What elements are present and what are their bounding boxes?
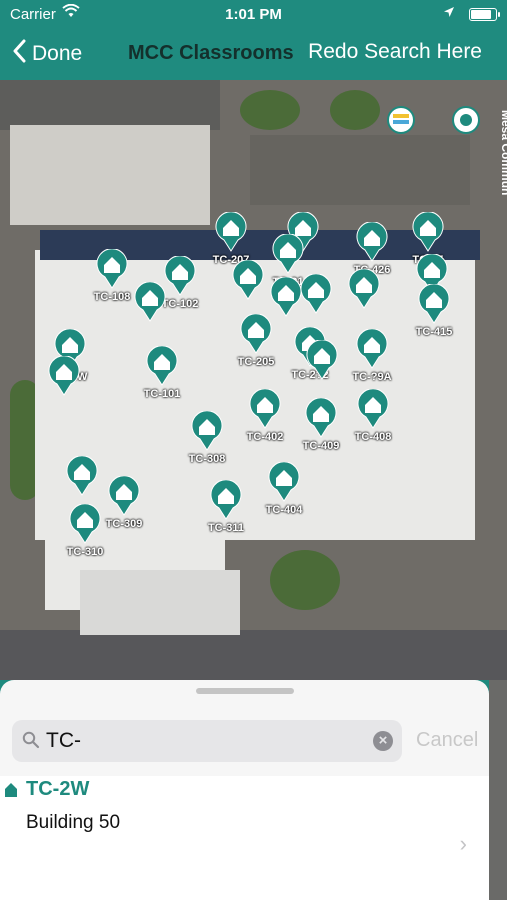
classroom-pin[interactable]: [348, 269, 380, 309]
search-icon: [22, 731, 40, 754]
map-edge: [489, 680, 507, 900]
search-input[interactable]: [46, 727, 366, 755]
chevron-right-icon: ›: [459, 831, 467, 856]
done-button[interactable]: Done: [12, 39, 82, 69]
pin-label: TC-205: [237, 356, 275, 368]
pin-label: TC-?9A: [352, 371, 392, 383]
classroom-pin[interactable]: [356, 222, 388, 262]
parking-lot: [250, 135, 470, 205]
classroom-pin[interactable]: [249, 389, 281, 429]
chevron-left-icon: [12, 39, 26, 69]
classroom-pin[interactable]: [356, 329, 388, 369]
classroom-pin[interactable]: [66, 456, 98, 496]
sheet-grabber[interactable]: [196, 688, 294, 694]
status-bar: Carrier 1:01 PM: [0, 0, 507, 30]
classroom-pin[interactable]: [134, 282, 166, 322]
pin-label: TC-404: [265, 504, 303, 516]
classroom-pin[interactable]: [268, 462, 300, 502]
search-bar: ×: [12, 720, 402, 762]
pin-label: TC-108: [93, 291, 131, 303]
classroom-pin[interactable]: [164, 256, 196, 296]
layers-icon: [393, 114, 409, 124]
road: [0, 630, 507, 680]
result-subtitle: Building 50: [26, 812, 121, 833]
cancel-button[interactable]: Cancel: [416, 729, 478, 752]
redo-search-button[interactable]: Redo Search Here: [308, 40, 482, 64]
tree: [330, 90, 380, 130]
parking-lot: [0, 80, 220, 130]
pin-label: TC-308: [188, 453, 226, 465]
tree: [270, 550, 340, 610]
classroom-pin[interactable]: [306, 340, 338, 380]
classroom-pin[interactable]: [270, 277, 302, 317]
classroom-pin[interactable]: [215, 212, 247, 252]
bottom-sheet: × Cancel TC-2W Building 50 ›: [0, 680, 489, 900]
layers-button[interactable]: [387, 106, 415, 134]
classroom-pin[interactable]: [146, 346, 178, 386]
building-roof-annex: [80, 570, 240, 635]
classroom-pin[interactable]: [357, 389, 389, 429]
classroom-pin[interactable]: [300, 274, 332, 314]
target-icon: [460, 114, 472, 126]
locate-me-button[interactable]: [452, 106, 480, 134]
list-item[interactable]: TC-2W Building 50 ›: [0, 776, 489, 900]
pin-label: TC-310: [66, 546, 104, 558]
pin-label: TC-101: [143, 388, 181, 400]
pin-label: TC-102: [161, 298, 199, 310]
clock: 1:01 PM: [225, 6, 282, 23]
classroom-pin[interactable]: [240, 314, 272, 354]
classroom-pin[interactable]: [48, 356, 80, 396]
classroom-pin[interactable]: [69, 504, 101, 544]
pin-label: TC-415: [415, 326, 453, 338]
battery-icon: [469, 8, 500, 21]
building-icon: [4, 782, 18, 803]
top-bar: Carrier 1:01 PM Done MCC Classrooms Redo…: [0, 0, 507, 80]
done-label: Done: [32, 42, 83, 65]
clear-icon[interactable]: ×: [373, 731, 393, 751]
pin-label: TC-402: [246, 431, 284, 443]
classroom-pin[interactable]: [412, 212, 444, 252]
classroom-pin[interactable]: [210, 480, 242, 520]
pin-label: TC-311: [207, 522, 245, 534]
location-arrow-icon: [443, 5, 455, 22]
pin-label: TC-408: [354, 431, 392, 443]
classroom-pin[interactable]: [191, 411, 223, 451]
classroom-pin[interactable]: [305, 398, 337, 438]
pin-label: TC-309: [105, 518, 143, 530]
classroom-pin[interactable]: [418, 284, 450, 324]
pin-label: TC-409: [302, 440, 340, 452]
classroom-pin[interactable]: [272, 234, 304, 274]
nav-bar: Done MCC Classrooms Redo Search Here: [0, 30, 507, 78]
tree: [240, 90, 300, 130]
building-roof: [10, 125, 210, 225]
classroom-pin[interactable]: [232, 260, 264, 300]
road-label: Mesa Commun: [499, 110, 507, 196]
page-title: MCC Classrooms: [128, 42, 294, 64]
campus-map[interactable]: Mesa Commun TC-207TC-?1TC-426TC-?5TC-108…: [0, 80, 507, 680]
classroom-pin[interactable]: [108, 476, 140, 516]
result-title: TC-2W: [26, 778, 90, 800]
classroom-pin[interactable]: [96, 249, 128, 289]
